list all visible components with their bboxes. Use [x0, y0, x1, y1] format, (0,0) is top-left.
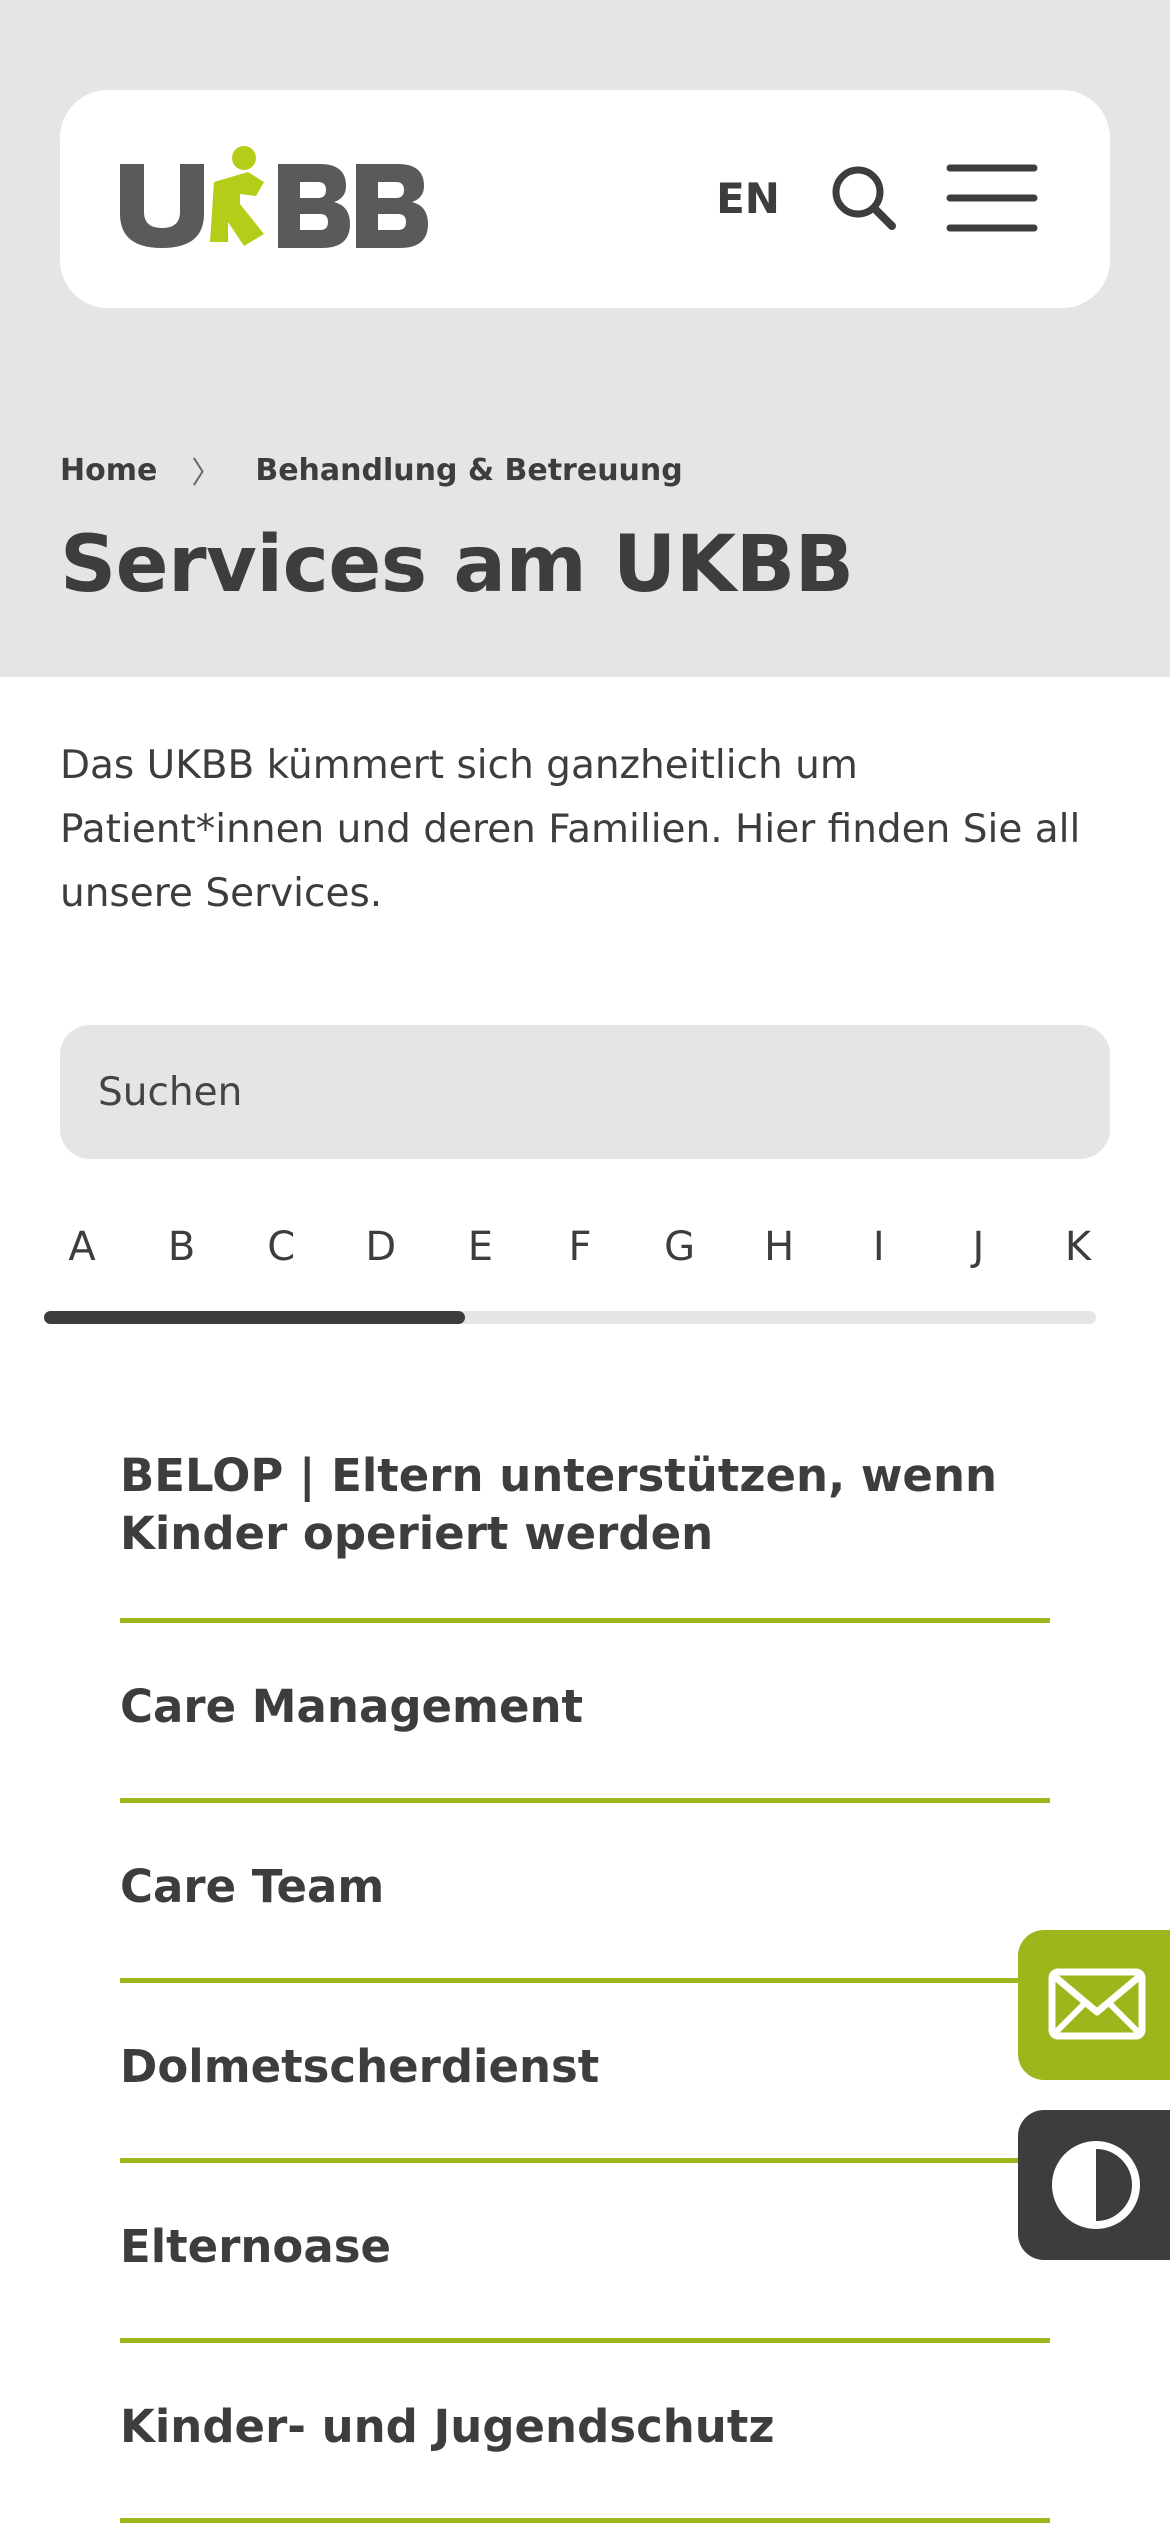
service-item-dolmetscherdienst[interactable]: Dolmetscherdienst: [120, 1983, 1050, 2163]
alphabet-letter-g[interactable]: G: [645, 1212, 715, 1282]
service-list: BELOP | Eltern unterstützen, wenn Kinder…: [120, 1405, 1050, 2523]
alphabet-letter-e[interactable]: E: [445, 1212, 515, 1282]
service-item-label: Kinder- und Jugendschutz: [120, 2400, 775, 2453]
hamburger-menu-icon: [946, 164, 1038, 232]
search-icon: [832, 166, 896, 230]
ukbb-logo[interactable]: [118, 142, 428, 252]
alphabet-letter-d[interactable]: D: [346, 1212, 416, 1282]
service-item-label: BELOP | Eltern unterstützen, wenn Kinder…: [120, 1449, 998, 1560]
alphabet-scrollbar-thumb[interactable]: [44, 1311, 465, 1324]
envelope-icon: [1048, 1968, 1146, 2040]
ukbb-logo-graphic: [120, 146, 428, 248]
page-title: Services am UKBB: [60, 520, 854, 610]
service-item-belop[interactable]: BELOP | Eltern unterstützen, wenn Kinder…: [120, 1405, 1050, 1623]
alphabet-letter-k[interactable]: K: [1043, 1212, 1113, 1282]
alphabet-filter: A B C D E F G H I J K: [44, 1212, 1144, 1282]
alphabet-scrollbar[interactable]: [44, 1311, 1096, 1324]
breadcrumb-home-link[interactable]: Home: [60, 453, 157, 488]
alphabet-letter-c[interactable]: C: [246, 1212, 316, 1282]
service-item-label: Dolmetscherdienst: [120, 2040, 600, 2093]
service-item-label: Elternoase: [120, 2220, 392, 2273]
search-field[interactable]: [60, 1025, 1110, 1159]
site-header: EN: [60, 90, 1110, 308]
intro-text: Das UKBB kümmert sich ganzheitlich um Pa…: [60, 743, 1081, 916]
alphabet-letter-j[interactable]: J: [943, 1212, 1013, 1282]
alphabet-letter-i[interactable]: I: [844, 1212, 914, 1282]
search-button[interactable]: [820, 154, 908, 242]
breadcrumb: Home 〉 Behandlung & Betreuung: [60, 448, 683, 492]
language-switch-button[interactable]: EN: [708, 164, 788, 234]
breadcrumb-current-link[interactable]: Behandlung & Betreuung: [255, 453, 682, 488]
contrast-icon: [1052, 2141, 1140, 2229]
search-input[interactable]: [96, 1068, 1074, 1116]
service-item-kinderschutz[interactable]: Kinder- und Jugendschutz: [120, 2343, 1050, 2523]
contact-button[interactable]: [1018, 1930, 1170, 2080]
alphabet-letter-b[interactable]: B: [147, 1212, 217, 1282]
alphabet-letter-f[interactable]: F: [545, 1212, 615, 1282]
service-item-elternoase[interactable]: Elternoase: [120, 2163, 1050, 2343]
breadcrumb-separator: 〉: [191, 456, 222, 491]
service-item-label: Care Management: [120, 1680, 584, 1733]
alphabet-letter-a[interactable]: A: [47, 1212, 117, 1282]
menu-button[interactable]: [940, 154, 1044, 242]
alphabet-letter-h[interactable]: H: [744, 1212, 814, 1282]
contrast-toggle-button[interactable]: [1018, 2110, 1170, 2260]
service-item-care-team[interactable]: Care Team: [120, 1803, 1050, 1983]
service-item-care-management[interactable]: Care Management: [120, 1623, 1050, 1803]
service-item-label: Care Team: [120, 1860, 385, 1913]
